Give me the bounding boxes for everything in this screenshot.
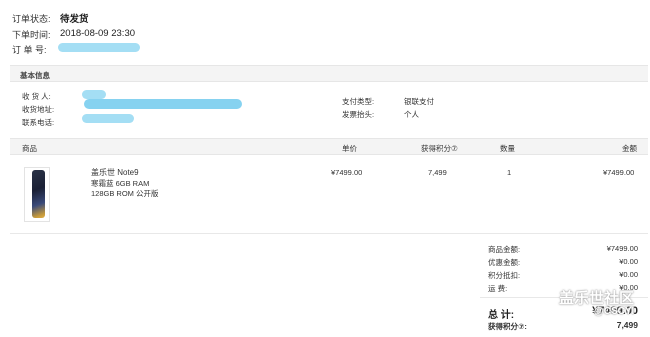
order-status-value: 待发货: [60, 14, 89, 25]
col-points: 获得积分⑦: [421, 144, 458, 153]
discount-label: 优惠金额:: [488, 258, 521, 267]
product-name[interactable]: 盖乐世 Note9: [91, 167, 139, 178]
order-number-redaction: [58, 43, 140, 52]
invoice-title-label: 发票抬头:: [342, 110, 375, 119]
order-time-value: 2018-08-09 23:30: [60, 28, 136, 39]
pay-type-value: 银联支付: [404, 97, 434, 106]
product-table-header: [10, 138, 648, 155]
watermark-logo-text: 盖乐世社区: [559, 290, 635, 307]
earned-points-label: 获得积分⑦:: [488, 322, 527, 331]
col-product: 商品: [22, 144, 37, 153]
discount-value: ¥0.00: [619, 257, 638, 266]
product-points: 7,499: [428, 168, 447, 177]
order-time-label: 下单时间:: [12, 30, 51, 40]
points-deduction-label: 积分抵扣:: [488, 271, 521, 280]
basic-info-title: 基本信息: [20, 71, 50, 80]
product-row-divider: [10, 233, 648, 234]
product-spec-rom-version: 128GB ROM 公开版: [91, 189, 159, 198]
watermark-handle: @CSCYI: [594, 306, 635, 317]
col-quantity: 数量: [500, 144, 515, 153]
col-unit-price: 单价: [342, 144, 357, 153]
goods-amount-value: ¥7499.00: [606, 244, 638, 253]
pay-type-label: 支付类型:: [342, 97, 375, 106]
order-status-label: 订单状态:: [12, 14, 51, 24]
total-label: 总 计:: [488, 310, 515, 321]
address-redaction: [84, 99, 242, 109]
receiver-redaction: [82, 90, 106, 99]
invoice-title-value: 个人: [404, 110, 419, 119]
order-number-label: 订 单 号:: [12, 45, 47, 55]
shipping-label: 运 费:: [488, 284, 508, 293]
col-amount: 金额: [622, 144, 637, 153]
phone-image: [32, 170, 45, 218]
basic-info-header: 基本信息: [10, 65, 648, 82]
phone-label: 联系电话:: [22, 118, 55, 127]
earned-points-value: 7,499: [616, 320, 638, 330]
receiver-label: 收 货 人:: [22, 92, 51, 101]
points-deduction-value: ¥0.00: [619, 270, 638, 279]
product-amount: ¥7499.00: [603, 168, 635, 177]
goods-amount-label: 商品金额:: [488, 245, 521, 254]
product-quantity: 1: [507, 168, 512, 177]
phone-redaction: [82, 114, 134, 123]
address-label: 收货地址:: [22, 105, 55, 114]
product-unit-price: ¥7499.00: [331, 168, 363, 177]
